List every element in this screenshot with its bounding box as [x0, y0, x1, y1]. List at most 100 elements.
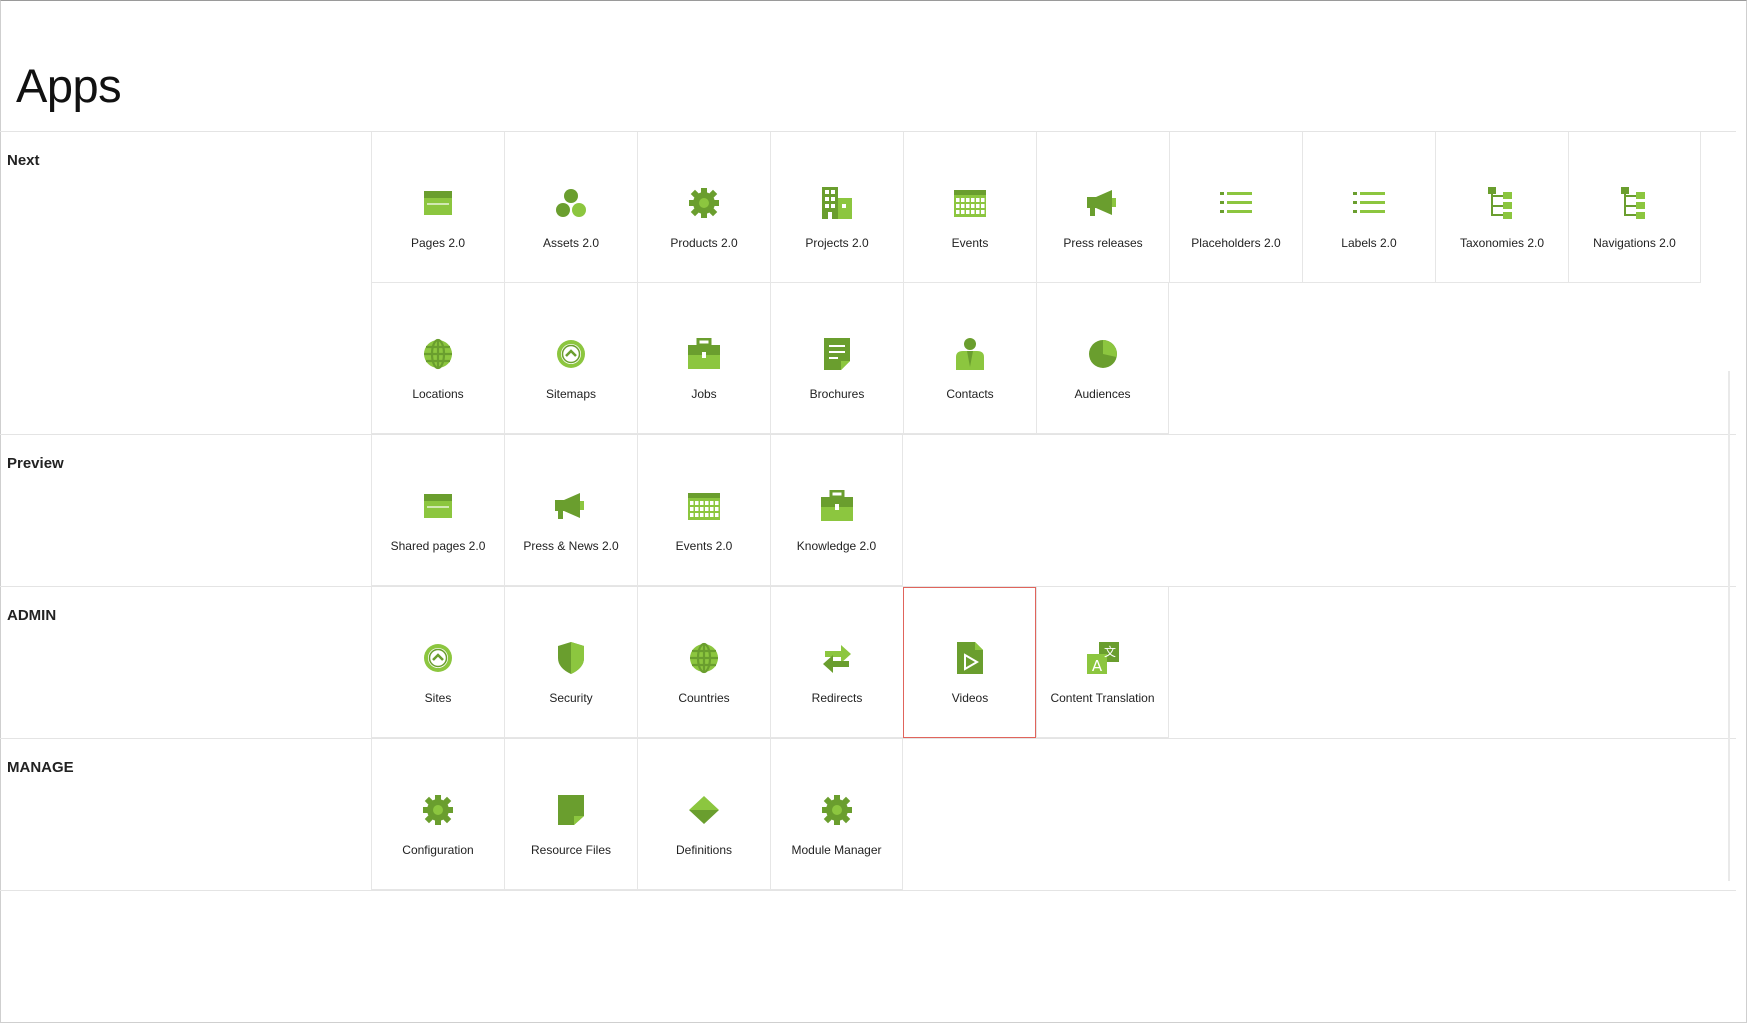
- app-tile-label: Contacts: [946, 387, 994, 401]
- app-tile-press-news-2-0[interactable]: Press & News 2.0: [504, 435, 637, 586]
- app-tile-label: Press & News 2.0: [523, 539, 619, 553]
- app-tile-events-2-0[interactable]: Events 2.0: [637, 435, 770, 586]
- megaphone-icon: [1085, 185, 1121, 221]
- app-tile-content-translation[interactable]: A 文 Content Translation: [1036, 587, 1169, 738]
- section-admin: ADMIN Sites Security Countries Redirects Vide…: [0, 586, 1736, 738]
- app-tile-countries[interactable]: Countries: [637, 587, 770, 738]
- megaphone-icon: [553, 488, 589, 524]
- briefcase-icon: [819, 488, 855, 524]
- app-tile-label: Events: [951, 236, 989, 250]
- page-icon: [420, 185, 456, 221]
- video-icon: [952, 640, 988, 676]
- section-label: ADMIN: [7, 607, 57, 624]
- app-tile-sites[interactable]: Sites: [371, 587, 504, 738]
- app-tile-locations[interactable]: Locations: [371, 283, 504, 434]
- app-tile-label: Events 2.0: [675, 539, 733, 553]
- app-tiles: Shared pages 2.0 Press & News 2.0 Events 2…: [371, 435, 1701, 586]
- app-tile-labels-2-0[interactable]: Labels 2.0: [1302, 132, 1435, 283]
- app-tile-jobs[interactable]: Jobs: [637, 283, 770, 434]
- shield-icon: [553, 640, 589, 676]
- app-tile-assets-2-0[interactable]: Assets 2.0: [504, 132, 637, 283]
- app-tile-label: Labels 2.0: [1341, 236, 1397, 250]
- section-label: MANAGE: [7, 759, 74, 776]
- calendar-icon: [686, 488, 722, 524]
- tree-icon: [1617, 185, 1653, 221]
- app-tile-label: Assets 2.0: [542, 236, 600, 250]
- section-label: Preview: [7, 455, 64, 472]
- globe-icon: [686, 640, 722, 676]
- app-tile-press-releases[interactable]: Press releases: [1036, 132, 1169, 283]
- section-preview: Preview Shared pages 2.0 Press & News 2.0 E…: [0, 434, 1736, 586]
- app-tile-label: Definitions: [675, 843, 733, 857]
- gear-icon: [420, 792, 456, 828]
- app-tile-label: Projects 2.0: [805, 236, 869, 250]
- svg-text:A: A: [1091, 657, 1102, 675]
- redirect-icon: [819, 640, 855, 676]
- app-tile-label: Redirects: [811, 691, 863, 705]
- app-tile-label: Audiences: [1074, 387, 1131, 401]
- assets-icon: [553, 185, 589, 221]
- app-tile-label: Knowledge 2.0: [796, 539, 877, 553]
- app-tile-contacts[interactable]: Contacts: [903, 283, 1036, 434]
- app-tile-resource-files[interactable]: Resource Files: [504, 739, 637, 890]
- app-tile-label: Brochures: [809, 387, 865, 401]
- app-tile-placeholders-2-0[interactable]: Placeholders 2.0: [1169, 132, 1302, 283]
- chevron-circle-icon: [420, 640, 456, 676]
- app-tile-knowledge-2-0[interactable]: Knowledge 2.0: [770, 435, 903, 586]
- app-tile-taxonomies-2-0[interactable]: Taxonomies 2.0: [1435, 132, 1568, 283]
- app-tile-label: Videos: [951, 691, 989, 705]
- page-title: Apps: [16, 59, 122, 112]
- app-tile-products-2-0[interactable]: Products 2.0: [637, 132, 770, 283]
- person-icon: [952, 336, 988, 372]
- app-tile-label: Products 2.0: [670, 236, 738, 250]
- app-tile-module-manager[interactable]: Module Manager: [770, 739, 903, 890]
- app-tile-configuration[interactable]: Configuration: [371, 739, 504, 890]
- app-tile-label: Taxonomies 2.0: [1459, 236, 1545, 250]
- app-tile-audiences[interactable]: Audiences: [1036, 283, 1169, 434]
- app-tile-label: Module Manager: [791, 843, 882, 857]
- pie-icon: [1085, 336, 1121, 372]
- app-tile-shared-pages-2-0[interactable]: Shared pages 2.0: [371, 435, 504, 586]
- app-tile-videos[interactable]: Videos: [903, 587, 1036, 738]
- app-tile-sitemaps[interactable]: Sitemaps: [504, 283, 637, 434]
- document-icon: [819, 336, 855, 372]
- scrollbar[interactable]: [1728, 371, 1730, 881]
- section-manage: MANAGE Configuration Resource Files Definit…: [0, 738, 1736, 891]
- app-tile-redirects[interactable]: Redirects: [770, 587, 903, 738]
- app-tile-definitions[interactable]: Definitions: [637, 739, 770, 890]
- app-tiles: Pages 2.0 Assets 2.0 Products 2.0 Projects …: [371, 132, 1701, 434]
- globe-icon: [420, 336, 456, 372]
- app-tile-pages-2-0[interactable]: Pages 2.0: [371, 132, 504, 283]
- app-tile-label: Security: [549, 691, 593, 705]
- page-icon: [420, 488, 456, 524]
- section-label: Next: [7, 152, 40, 169]
- calendar-icon: [952, 185, 988, 221]
- apps-grid: Next Pages 2.0 Assets 2.0 Products 2.0 Proje…: [0, 131, 1736, 891]
- app-tile-label: Content Translation: [1050, 691, 1155, 705]
- app-tile-label: Placeholders 2.0: [1191, 236, 1281, 250]
- app-tile-label: Navigations 2.0: [1593, 236, 1676, 250]
- app-tile-label: Jobs: [691, 387, 717, 401]
- app-tiles: Sites Security Countries Redirects Videos A 文 C…: [371, 587, 1701, 738]
- app-tile-security[interactable]: Security: [504, 587, 637, 738]
- gear-icon: [819, 792, 855, 828]
- list-icon: [1218, 185, 1254, 221]
- gear-icon: [686, 185, 722, 221]
- app-tile-label: Locations: [412, 387, 464, 401]
- app-tile-label: Resource Files: [530, 843, 612, 857]
- app-tile-label: Shared pages 2.0: [390, 539, 486, 553]
- briefcase-icon: [686, 336, 722, 372]
- app-tile-navigations-2-0[interactable]: Navigations 2.0: [1568, 132, 1701, 283]
- app-tile-events[interactable]: Events: [903, 132, 1036, 283]
- app-tile-projects-2-0[interactable]: Projects 2.0: [770, 132, 903, 283]
- app-tile-label: Pages 2.0: [410, 236, 466, 250]
- app-tile-brochures[interactable]: Brochures: [770, 283, 903, 434]
- list-icon: [1351, 185, 1387, 221]
- building-icon: [819, 185, 855, 221]
- section-next: Next Pages 2.0 Assets 2.0 Products 2.0 Proje…: [0, 131, 1736, 434]
- tree-icon: [1484, 185, 1520, 221]
- app-tile-label: Configuration: [402, 843, 474, 857]
- app-tile-label: Countries: [678, 691, 730, 705]
- diamond-icon: [686, 792, 722, 828]
- app-tile-label: Sitemaps: [545, 387, 597, 401]
